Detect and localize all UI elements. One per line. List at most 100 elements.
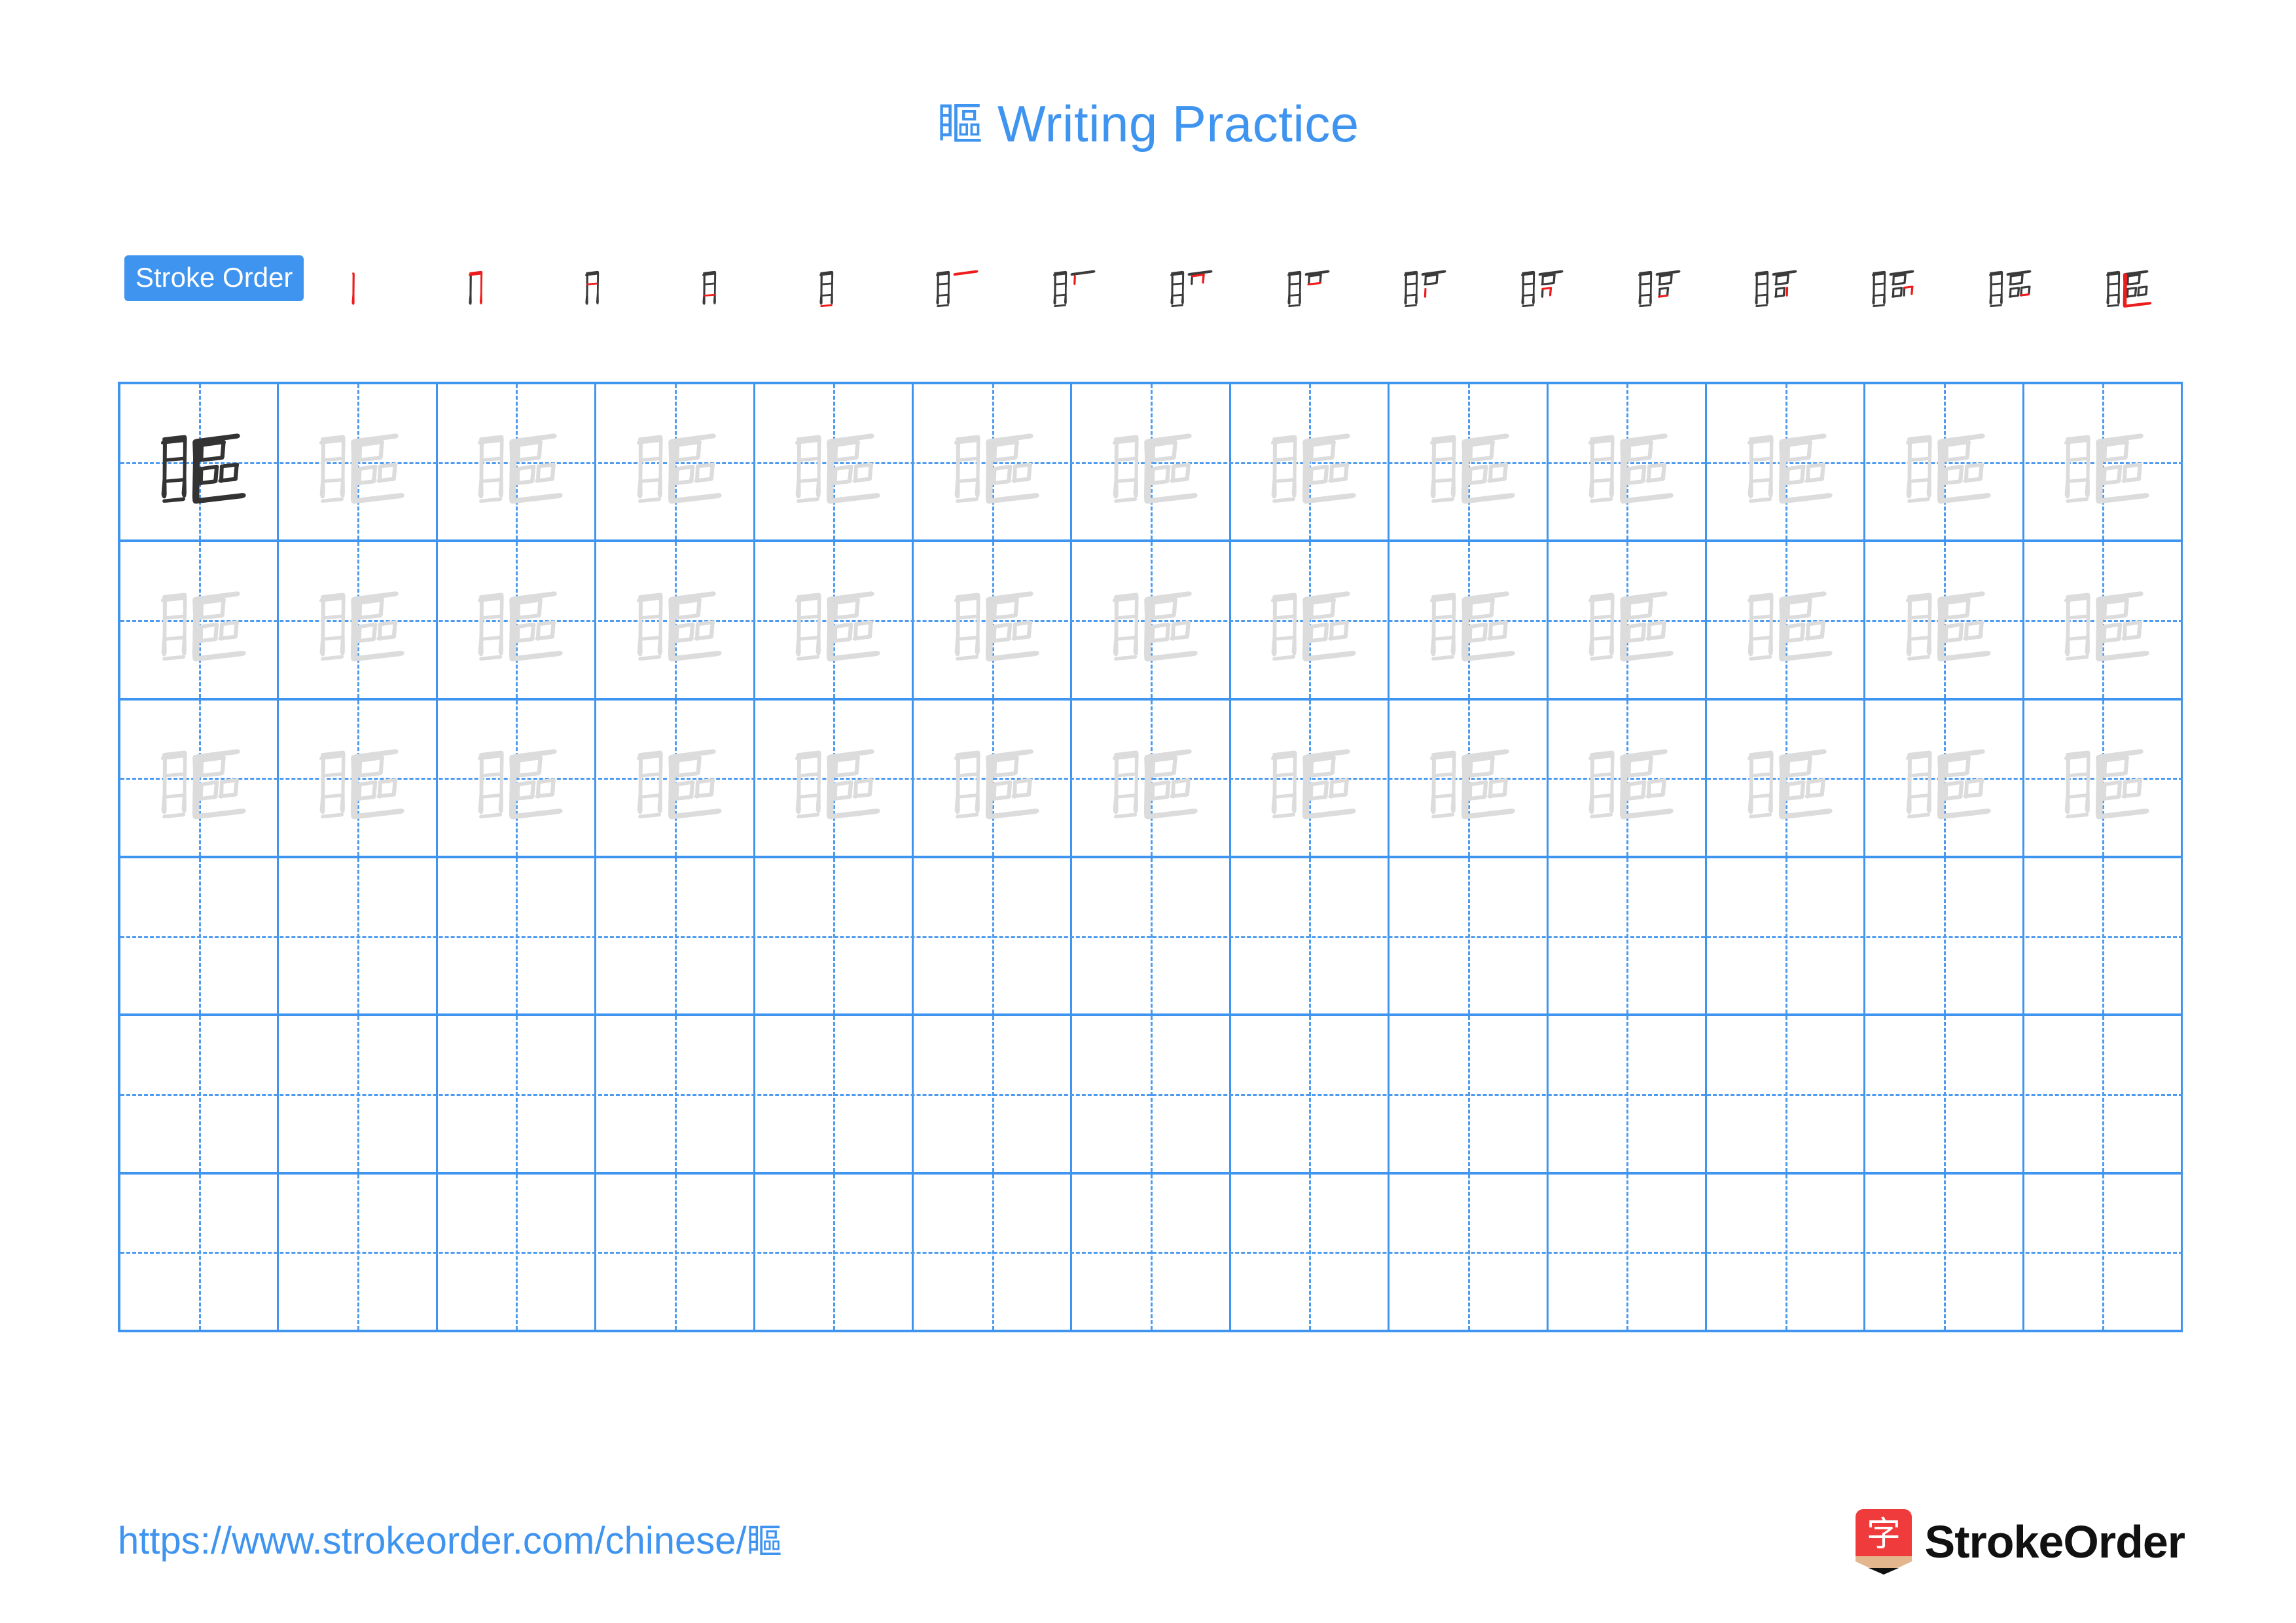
practice-cell-r5-c9[interactable] (1390, 1016, 1549, 1172)
practice-cell-r6-c6[interactable] (914, 1174, 1073, 1330)
glyph-stroke-5 (1114, 812, 1138, 819)
practice-cell-r4-c1[interactable] (120, 858, 279, 1014)
practice-cell-r6-c4[interactable] (596, 1174, 755, 1330)
footer-url[interactable]: https://www.strokeorder.com/chinese/瞘 (118, 1522, 782, 1560)
practice-cell-r3-c1[interactable] (120, 700, 279, 856)
practice-cell-r6-c11[interactable] (1707, 1174, 1866, 1330)
practice-cell-r6-c3[interactable] (438, 1174, 597, 1330)
glyph-stroke-4 (956, 793, 978, 799)
practice-cell-r1-c12[interactable] (1865, 384, 2024, 540)
practice-cell-r3-c4[interactable] (596, 700, 755, 856)
practice-cell-r5-c11[interactable] (1707, 1016, 1866, 1172)
glyph-stroke-5 (1748, 812, 1772, 819)
practice-cell-r6-c12[interactable] (1865, 1174, 2024, 1330)
practice-cell-r1-c2[interactable] (279, 384, 438, 540)
practice-cell-r5-c2[interactable] (279, 1016, 438, 1172)
practice-cell-r6-c8[interactable] (1231, 1174, 1390, 1330)
practice-cell-r5-c10[interactable] (1549, 1016, 1707, 1172)
practice-cell-r4-c8[interactable] (1231, 858, 1390, 1014)
practice-cell-r1-c11[interactable] (1707, 384, 1866, 540)
practice-cell-r1-c9[interactable] (1390, 384, 1549, 540)
practice-cell-r2-c12[interactable] (1865, 542, 2024, 698)
practice-cell-r5-c1[interactable] (120, 1016, 279, 1172)
practice-cell-r2-c3[interactable] (438, 542, 597, 698)
brand-logo[interactable]: 字 StrokeOrder (1855, 1506, 2185, 1578)
practice-cell-r5-c5[interactable] (755, 1016, 914, 1172)
practice-cell-r4-c5[interactable] (755, 858, 914, 1014)
practice-cell-r2-c9[interactable] (1390, 542, 1549, 698)
practice-cell-r6-c10[interactable] (1549, 1174, 1707, 1330)
practice-cell-r6-c9[interactable] (1390, 1174, 1549, 1330)
practice-cell-r3-c5[interactable] (755, 700, 914, 856)
practice-cell-r3-c9[interactable] (1390, 700, 1549, 856)
practice-cell-r2-c13[interactable] (2024, 542, 2183, 698)
practice-cell-r2-c2[interactable] (279, 542, 438, 698)
practice-cell-r1-c3[interactable] (438, 384, 597, 540)
practice-cell-r4-c4[interactable] (596, 858, 755, 1014)
practice-cell-r1-c7[interactable] (1072, 384, 1231, 540)
practice-cell-r4-c3[interactable] (438, 858, 597, 1014)
practice-cell-r1-c13[interactable] (2024, 384, 2183, 540)
stroke-path-1 (1053, 272, 1056, 305)
glyph-stroke-1 (795, 437, 802, 499)
practice-cell-r5-c13[interactable] (2024, 1016, 2183, 1172)
practice-cell-r3-c2[interactable] (279, 700, 438, 856)
practice-cell-r5-c6[interactable] (914, 1016, 1073, 1172)
practice-cell-r1-c1[interactable] (120, 384, 279, 540)
practice-cell-r3-c7[interactable] (1072, 700, 1231, 856)
practice-cell-r3-c12[interactable] (1865, 700, 2024, 856)
practice-cell-r4-c10[interactable] (1549, 858, 1707, 1014)
practice-cell-r2-c1[interactable] (120, 542, 279, 698)
practice-cell-r4-c12[interactable] (1865, 858, 2024, 1014)
practice-cell-r2-c6[interactable] (914, 542, 1073, 698)
practice-cell-r6-c13[interactable] (2024, 1174, 2183, 1330)
practice-cell-r1-c8[interactable] (1231, 384, 1390, 540)
glyph-stroke-1 (1588, 754, 1595, 814)
stroke-step-6 (898, 254, 1015, 317)
glyph-stroke-4 (321, 793, 344, 799)
practice-cell-r3-c6[interactable] (914, 700, 1073, 856)
practice-cell-r1-c4[interactable] (596, 384, 755, 540)
practice-cell-r6-c2[interactable] (279, 1174, 438, 1330)
practice-cell-r2-c8[interactable] (1231, 542, 1390, 698)
practice-cell-r6-c7[interactable] (1072, 1174, 1231, 1330)
practice-cell-r2-c11[interactable] (1707, 542, 1866, 698)
stroke-path-4 (1405, 293, 1418, 297)
practice-cell-r1-c5[interactable] (755, 384, 914, 540)
stroke-step-5 (781, 254, 898, 317)
practice-cell-r3-c13[interactable] (2024, 700, 2183, 856)
practice-cell-r3-c10[interactable] (1549, 700, 1707, 856)
glyph-stroke-5 (955, 655, 978, 661)
practice-cell-r3-c3[interactable] (438, 700, 597, 856)
practice-cell-r1-c10[interactable] (1549, 384, 1707, 540)
practice-cell-r5-c3[interactable] (438, 1016, 597, 1172)
practice-cell-r2-c7[interactable] (1072, 542, 1231, 698)
practice-cell-r2-c5[interactable] (755, 542, 914, 698)
glyph-stroke-1 (2065, 596, 2071, 657)
practice-cell-r4-c7[interactable] (1072, 858, 1231, 1014)
stroke-path-4 (1522, 293, 1534, 297)
practice-cell-r6-c5[interactable] (755, 1174, 914, 1330)
glyph-stroke-5 (1907, 497, 1931, 503)
practice-cell-r6-c1[interactable] (120, 1174, 279, 1330)
practice-cell-r5-c4[interactable] (596, 1016, 755, 1172)
practice-cell-r4-c2[interactable] (279, 858, 438, 1014)
practice-cell-r4-c6[interactable] (914, 858, 1073, 1014)
practice-cell-r4-c9[interactable] (1390, 858, 1549, 1014)
practice-cell-r5-c8[interactable] (1231, 1016, 1390, 1172)
practice-cell-r5-c7[interactable] (1072, 1016, 1231, 1172)
practice-cell-r5-c12[interactable] (1865, 1016, 2024, 1172)
practice-cell-r4-c11[interactable] (1707, 858, 1866, 1014)
practice-cell-r1-c6[interactable] (914, 384, 1073, 540)
practice-grid (118, 382, 2183, 1332)
glyph-stroke-4 (1749, 636, 1772, 641)
practice-cell-r2-c4[interactable] (596, 542, 755, 698)
practice-cell-r3-c11[interactable] (1707, 700, 1866, 856)
practice-cell-r4-c13[interactable] (2024, 858, 2183, 1014)
practice-cell-r2-c10[interactable] (1549, 542, 1707, 698)
stroke-path-5 (1638, 304, 1651, 308)
glyph-stroke-5 (1272, 497, 1296, 503)
glyph-stroke-5 (479, 812, 503, 819)
practice-cell-r3-c8[interactable] (1231, 700, 1390, 856)
practice-row-1 (120, 384, 2183, 543)
